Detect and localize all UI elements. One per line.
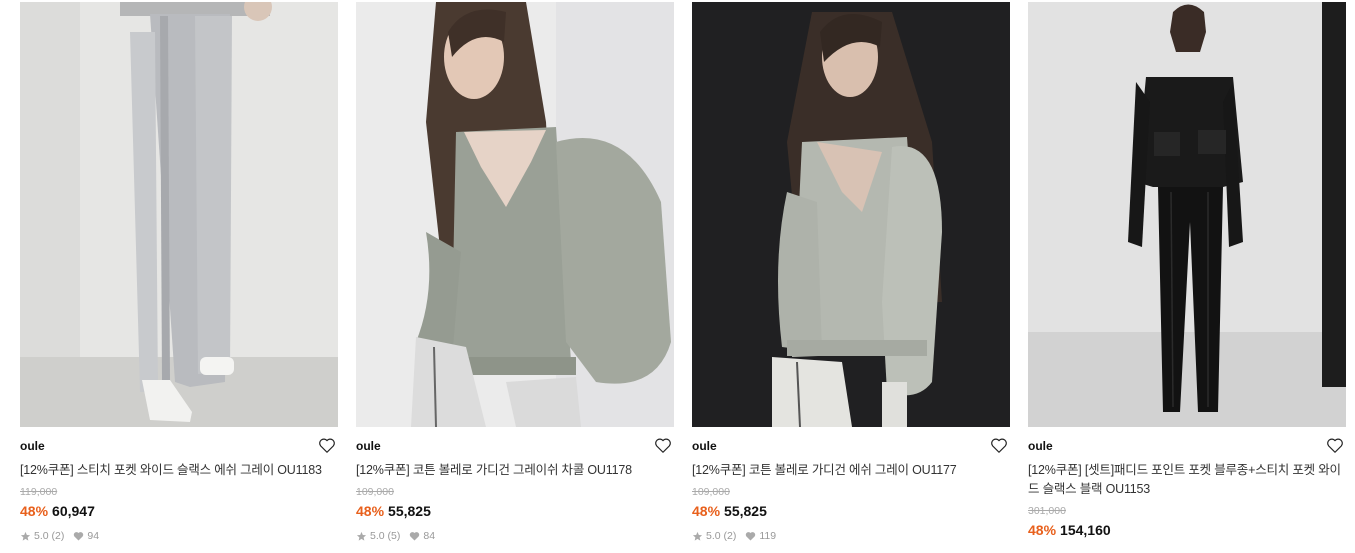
rating-value: 5.0 (2) [34,530,65,542]
product-info: oule [12%쿠폰] [셋트]패디드 포인트 포켓 블루종+스티치 포켓 와… [1028,427,1346,539]
product-stats: 5.0 (2) 94 [20,529,338,543]
discount-rate: 48% [1028,522,1057,538]
sale-price: 55,825 [388,503,431,519]
product-stats: 5.0 (2) 119 [692,529,1010,543]
price-row: 48% 55,825 [692,502,1010,520]
star-icon [692,531,703,541]
product-card[interactable]: oule [12%쿠폰] [셋트]패디드 포인트 포켓 블루종+스티치 포켓 와… [1028,2,1346,539]
product-image[interactable] [1028,2,1346,427]
heart-filled-icon [746,532,756,541]
product-stats: 5.0 (5) 84 [356,529,674,543]
product-title[interactable]: [12%쿠폰] 코튼 볼레로 가디건 그레이쉬 차콜 OU1178 [356,461,674,480]
product-card[interactable]: oule [12%쿠폰] 스티치 포켓 와이드 슬랙스 에쉬 그레이 OU118… [20,2,338,543]
like-count: 119 [759,530,777,542]
heart-outline-icon[interactable] [1326,437,1344,454]
product-info: oule [12%쿠폰] 코튼 볼레로 가디건 에쉬 그레이 OU1177 10… [692,427,1010,543]
brand-name[interactable]: oule [356,438,674,454]
heart-outline-icon[interactable] [990,437,1008,454]
original-price: 109,000 [692,486,730,498]
heart-outline-icon[interactable] [654,437,672,454]
product-card[interactable]: oule [12%쿠폰] 코튼 볼레로 가디건 그레이쉬 차콜 OU1178 1… [356,2,674,543]
heart-outline-icon[interactable] [318,437,336,454]
star-icon [20,531,31,541]
heart-filled-icon [74,532,84,541]
price-row: 48% 154,160 [1028,521,1346,539]
product-image[interactable] [20,2,338,427]
product-info: oule [12%쿠폰] 스티치 포켓 와이드 슬랙스 에쉬 그레이 OU118… [20,427,338,543]
brand-name[interactable]: oule [1028,438,1346,454]
star-icon [356,531,367,541]
rating-value: 5.0 (5) [370,530,401,542]
discount-rate: 48% [356,503,385,519]
product-image[interactable] [356,2,674,427]
sale-price: 55,825 [724,503,767,519]
product-title[interactable]: [12%쿠폰] [셋트]패디드 포인트 포켓 블루종+스티치 포켓 와이드 슬랙… [1028,461,1346,499]
product-title[interactable]: [12%쿠폰] 코튼 볼레로 가디건 에쉬 그레이 OU1177 [692,461,1010,480]
original-price: 119,000 [20,486,58,498]
product-title[interactable]: [12%쿠폰] 스티치 포켓 와이드 슬랙스 에쉬 그레이 OU1183 [20,461,338,480]
like-count: 84 [423,530,436,542]
original-price: 109,000 [356,486,394,498]
discount-rate: 48% [20,503,49,519]
original-price: 301,000 [1028,505,1066,517]
product-card[interactable]: oule [12%쿠폰] 코튼 볼레로 가디건 에쉬 그레이 OU1177 10… [692,2,1010,543]
brand-name[interactable]: oule [692,438,1010,454]
product-info: oule [12%쿠폰] 코튼 볼레로 가디건 그레이쉬 차콜 OU1178 1… [356,427,674,543]
price-row: 48% 60,947 [20,502,338,520]
sale-price: 60,947 [52,503,95,519]
brand-name[interactable]: oule [20,438,338,454]
discount-rate: 48% [692,503,721,519]
like-count: 94 [87,530,100,542]
product-image[interactable] [692,2,1010,427]
product-grid: oule [12%쿠폰] 스티치 포켓 와이드 슬랙스 에쉬 그레이 OU118… [0,0,1355,553]
rating-value: 5.0 (2) [706,530,737,542]
sale-price: 154,160 [1060,522,1111,538]
heart-filled-icon [410,532,420,541]
price-row: 48% 55,825 [356,502,674,520]
